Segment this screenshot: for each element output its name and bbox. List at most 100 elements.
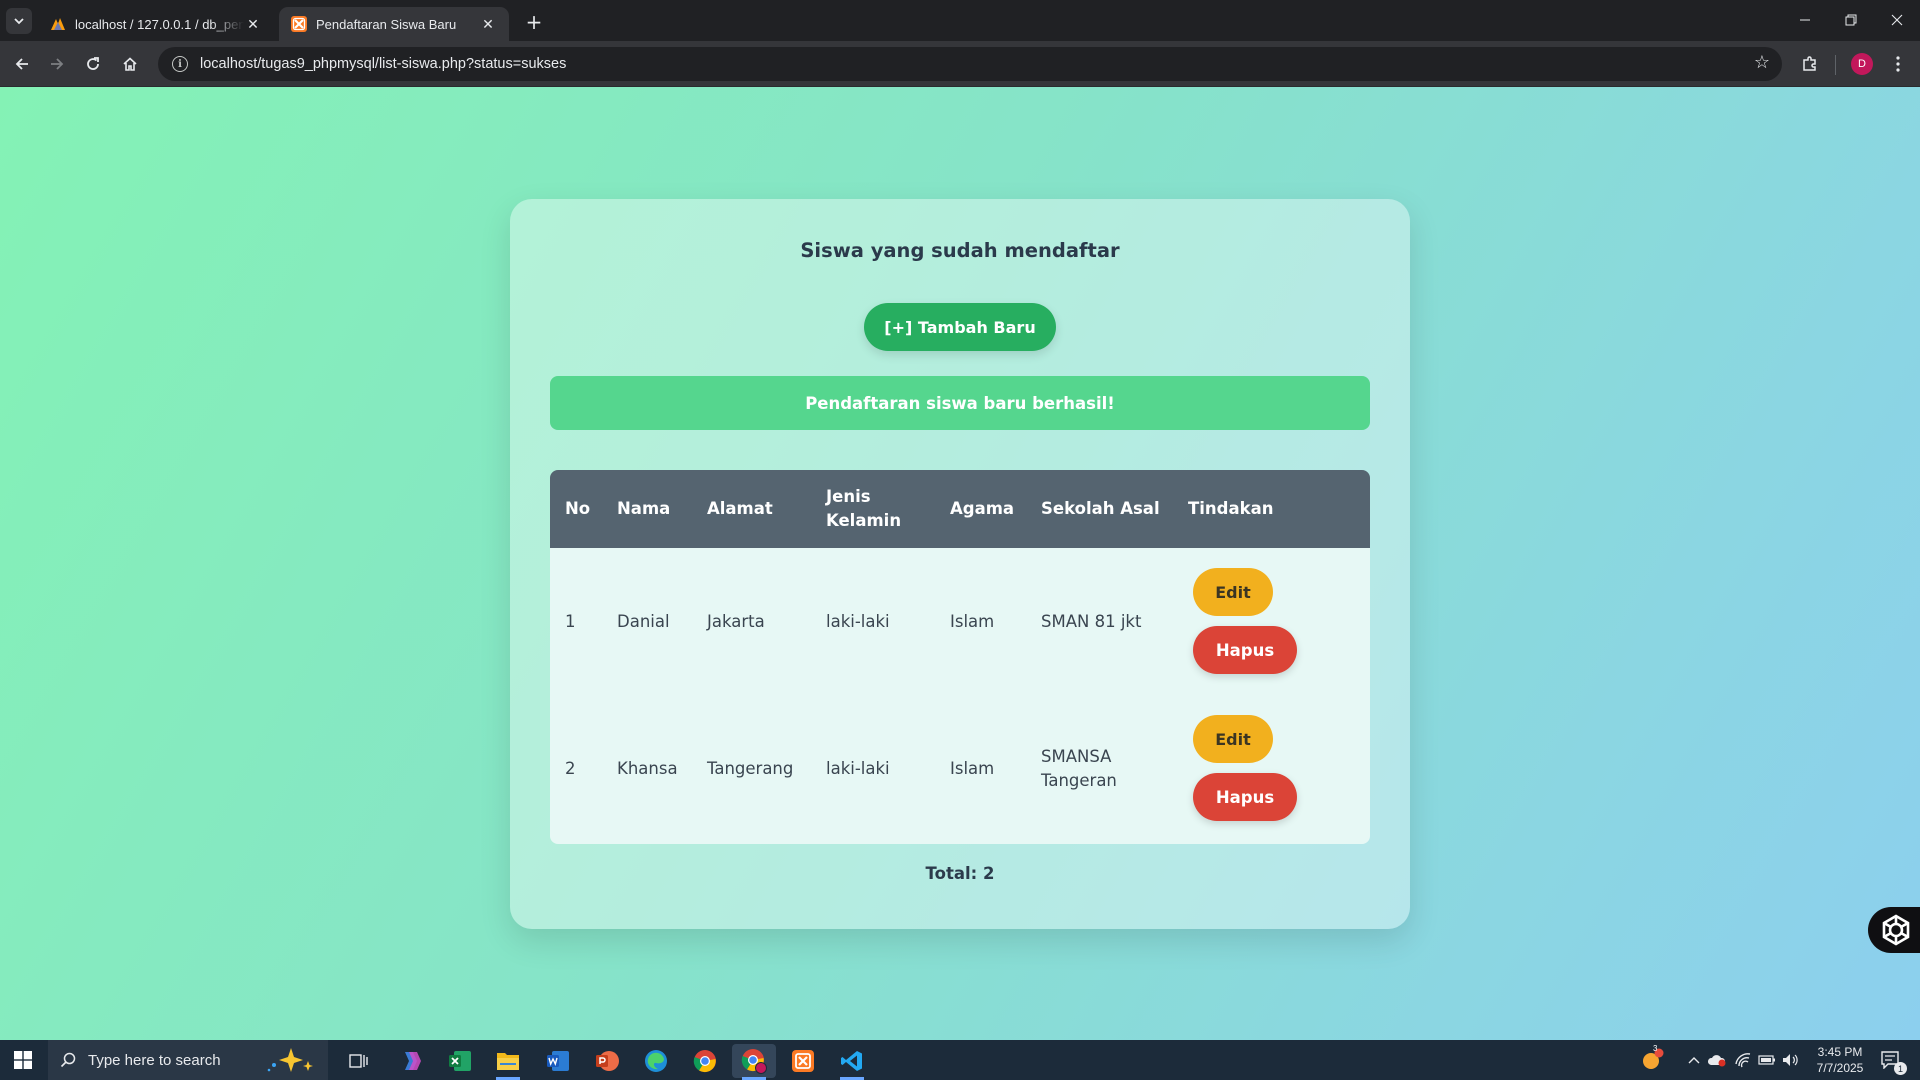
table-row: 1 Danial Jakarta laki-laki Islam SMAN 81…	[550, 548, 1370, 696]
home-icon	[123, 57, 137, 71]
more-vert-icon	[1896, 56, 1900, 72]
page-viewport: Siswa yang sudah mendaftar [+] Tambah Ba…	[0, 87, 1920, 1040]
cell-no: 1	[565, 612, 576, 631]
success-banner: Pendaftaran siswa baru berhasil!	[550, 376, 1370, 430]
windows-taskbar: Type here to search 3 3:45 PM 7/7/2025 1	[0, 1040, 1920, 1080]
column-header-nama: Nama	[617, 499, 671, 518]
column-header-agama: Agama	[950, 499, 1015, 518]
taskbar-copilot[interactable]	[389, 1044, 433, 1078]
phpmyadmin-icon	[51, 18, 65, 30]
tab-pendaftaran[interactable]: Pendaftaran Siswa Baru ✕	[279, 7, 509, 41]
cell-sekolah-asal: SMAN 81 jkt	[1041, 612, 1142, 631]
search-icon	[60, 1052, 76, 1068]
url-text: localhost/tugas9_phpmysql/list-siswa.php…	[200, 56, 567, 72]
browser-toolbar: i localhost/tugas9_phpmysql/list-siswa.p…	[0, 41, 1920, 87]
back-button[interactable]	[8, 50, 36, 78]
taskbar-powerpoint[interactable]	[585, 1044, 629, 1078]
table-body: 1 Danial Jakarta laki-laki Islam SMAN 81…	[550, 548, 1370, 844]
forward-button[interactable]	[43, 50, 71, 78]
puzzle-icon	[1803, 56, 1816, 71]
reload-icon	[87, 57, 99, 70]
chevron-down-icon	[14, 18, 24, 25]
cell-sekolah-asal: SMANSA Tangeran	[1041, 747, 1117, 790]
cloud-off-icon	[1707, 1055, 1726, 1067]
edge-icon	[645, 1050, 667, 1072]
delete-button[interactable]: Hapus	[1193, 626, 1297, 674]
tab-search-button[interactable]	[6, 8, 32, 34]
delete-button[interactable]: Hapus	[1193, 773, 1297, 821]
site-info-icon[interactable]: i	[172, 56, 188, 72]
task-view-icon	[349, 1054, 368, 1068]
task-view-button[interactable]	[337, 1044, 381, 1078]
search-highlight-sparkle-icon	[267, 1048, 313, 1072]
notification-center-button[interactable]: 1	[1876, 1040, 1907, 1080]
total-count: Total: 2	[925, 864, 995, 883]
chevron-up-icon	[1688, 1057, 1700, 1064]
battery-icon	[1758, 1055, 1775, 1065]
windows-logo-icon	[14, 1051, 32, 1069]
clock-date: 7/7/2025	[1816, 1061, 1864, 1075]
arrow-right-icon	[51, 58, 64, 70]
taskbar-edge[interactable]	[634, 1044, 678, 1078]
cell-agama: Islam	[950, 612, 995, 631]
network-tray-icon[interactable]	[1732, 1040, 1754, 1080]
powerpoint-icon	[596, 1051, 619, 1071]
new-tab-button[interactable]: +	[520, 8, 548, 36]
start-button[interactable]	[0, 1040, 46, 1080]
wifi-icon	[1735, 1053, 1751, 1068]
restore-icon	[1845, 14, 1857, 26]
home-button[interactable]	[116, 50, 144, 78]
extensions-button[interactable]	[1796, 50, 1824, 78]
column-header-alamat: Alamat	[707, 499, 773, 518]
tab-title: Pendaftaran Siswa Baru	[316, 16, 457, 32]
column-header-tindakan: Tindakan	[1188, 499, 1274, 518]
students-table: No Nama Alamat Jenis Kelamin Agama Sekol…	[550, 470, 1370, 844]
chrome-icon	[693, 1050, 716, 1073]
add-new-button[interactable]: [+] Tambah Baru	[864, 303, 1056, 351]
cell-no: 2	[565, 759, 576, 778]
address-bar[interactable]: i localhost/tugas9_phpmysql/list-siswa.p…	[158, 47, 1782, 81]
taskbar-search-box[interactable]: Type here to search	[48, 1040, 328, 1080]
taskbar-file-explorer[interactable]	[486, 1044, 530, 1080]
taskbar-vscode[interactable]	[830, 1044, 874, 1080]
bookmark-star-icon[interactable]: ☆	[1754, 52, 1770, 73]
edit-button[interactable]: Edit	[1193, 568, 1273, 616]
search-placeholder: Type here to search	[88, 1051, 221, 1069]
battery-tray-icon[interactable]	[1756, 1040, 1778, 1080]
taskbar-chrome[interactable]	[683, 1044, 727, 1078]
menu-button[interactable]	[1884, 50, 1912, 78]
volume-tray-icon[interactable]	[1779, 1040, 1801, 1080]
taskbar-chrome-profile[interactable]	[732, 1044, 776, 1080]
onedrive-tray-icon[interactable]	[1706, 1040, 1728, 1080]
taskbar-xampp[interactable]	[781, 1044, 825, 1078]
cell-jenis-kelamin: laki-laki	[826, 612, 890, 631]
cell-agama: Islam	[950, 759, 995, 778]
xampp-icon	[792, 1050, 814, 1072]
system-clock[interactable]: 3:45 PM 7/7/2025	[1808, 1044, 1872, 1076]
weather-badge: 3	[1653, 1044, 1658, 1053]
assistant-floating-button[interactable]	[1868, 907, 1920, 953]
profile-avatar[interactable]: D	[1851, 53, 1873, 75]
close-tab-icon[interactable]: ✕	[244, 15, 262, 33]
cell-alamat: Tangerang	[707, 759, 794, 778]
show-hidden-icons-button[interactable]	[1684, 1040, 1704, 1080]
table-row: 2 Khansa Tangerang laki-laki Islam SMANS…	[550, 695, 1370, 843]
close-tab-icon[interactable]: ✕	[479, 15, 497, 33]
student-list-card: Siswa yang sudah mendaftar [+] Tambah Ba…	[510, 199, 1410, 929]
taskbar-excel[interactable]	[438, 1044, 482, 1078]
xampp-icon	[291, 16, 307, 32]
close-window-button[interactable]	[1874, 0, 1920, 40]
tab-title: localhost / 127.0.0.1 / db_pendaftaran	[75, 16, 244, 32]
edit-button[interactable]: Edit	[1193, 715, 1273, 763]
copilot-icon	[405, 1052, 421, 1070]
browser-tab-bar: localhost / 127.0.0.1 / db_pendaftaran ✕…	[0, 0, 1920, 41]
column-header-sekolah-asal: Sekolah Asal	[1041, 499, 1160, 518]
taskbar-word[interactable]	[536, 1044, 580, 1078]
openai-icon	[1882, 914, 1910, 946]
toolbar-divider	[1835, 55, 1836, 75]
reload-button[interactable]	[79, 50, 107, 78]
restore-button[interactable]	[1828, 0, 1874, 40]
speaker-icon	[1783, 1054, 1798, 1066]
tab-phpmyadmin[interactable]: localhost / 127.0.0.1 / db_pendaftaran ✕	[38, 7, 274, 41]
minimize-button[interactable]	[1782, 0, 1828, 40]
